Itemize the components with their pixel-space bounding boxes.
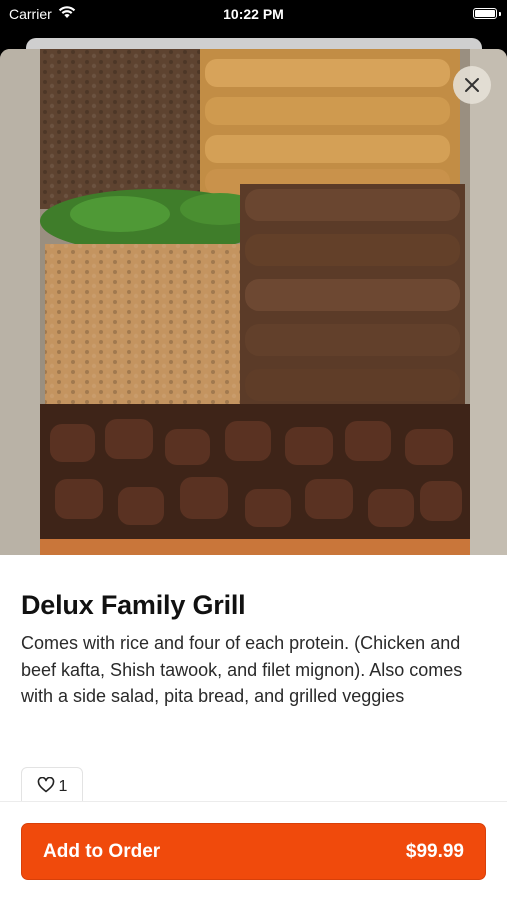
like-count: 1 [58,778,68,795]
close-icon [464,77,480,93]
order-footer: Add to Order $99.99 [0,801,507,900]
item-detail-sheet: Delux Family Grill Comes with rice and f… [0,49,507,900]
battery-icon [473,8,497,19]
item-description: Comes with rice and four of each protein… [21,633,463,706]
item-photo [0,49,507,555]
close-button[interactable] [453,66,491,104]
item-title: Delux Family Grill [21,590,246,620]
heart-icon [37,776,55,798]
status-bar: Carrier 10:22 PM [0,0,507,30]
status-time: 10:22 PM [223,6,284,22]
add-to-order-button[interactable]: Add to Order $99.99 [21,823,486,880]
item-price: $99.99 [405,840,464,862]
battery-tip [499,12,501,16]
add-to-order-label: Add to Order [43,840,161,862]
